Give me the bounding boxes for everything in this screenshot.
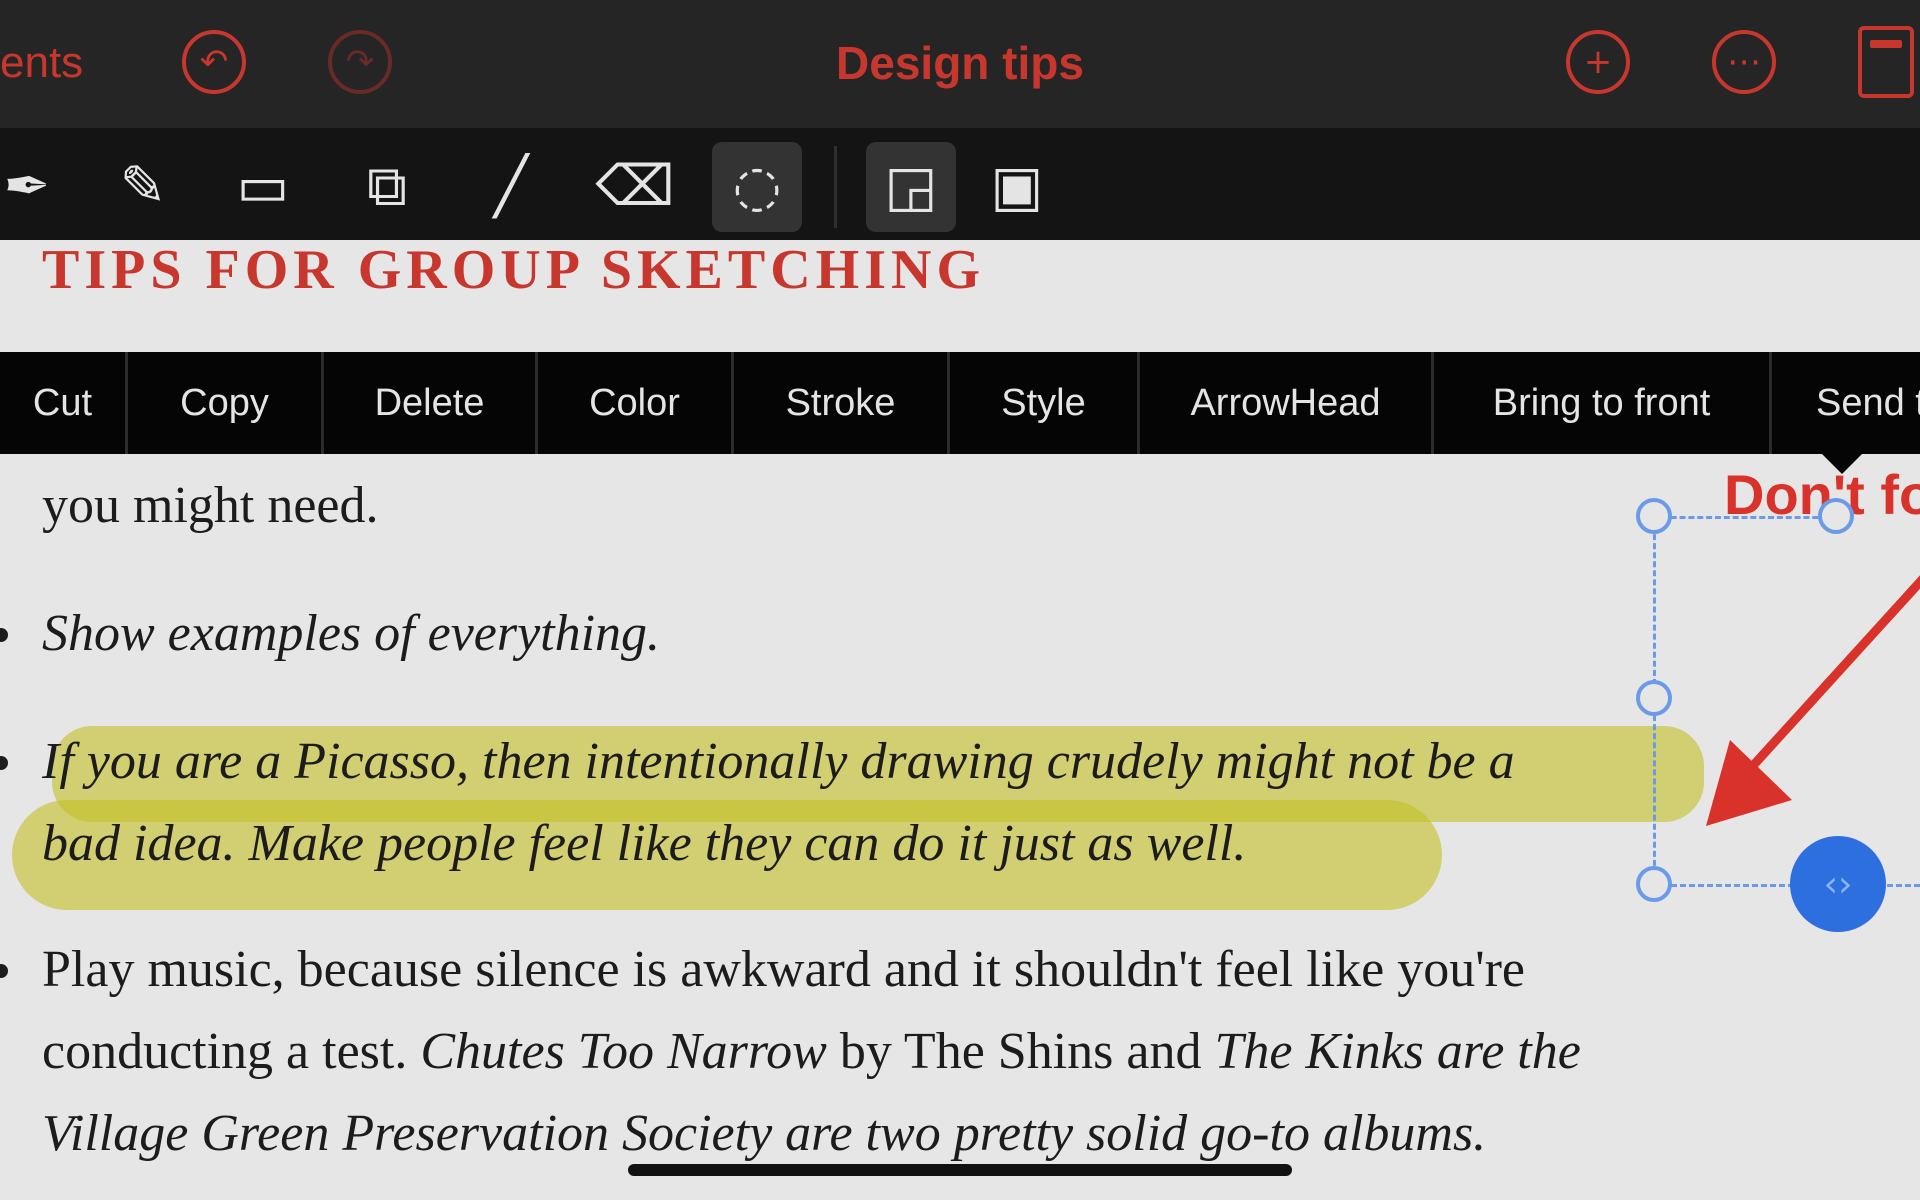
selection-handle-top-left[interactable] (1636, 498, 1672, 534)
selection-handle-top[interactable] (1818, 498, 1854, 534)
selection-handle-bottom-left[interactable] (1636, 866, 1672, 902)
home-indicator (628, 1164, 1292, 1176)
selection-edge (1653, 516, 1836, 519)
arrow-head (1706, 740, 1792, 826)
selection-handle-left[interactable] (1636, 680, 1672, 716)
arrow-shaft (1735, 575, 1920, 785)
arrow-endpoint-handle[interactable]: ‹› (1790, 836, 1886, 932)
arrow-annotation[interactable] (0, 0, 1920, 1200)
move-icon: ‹› (1823, 863, 1853, 905)
